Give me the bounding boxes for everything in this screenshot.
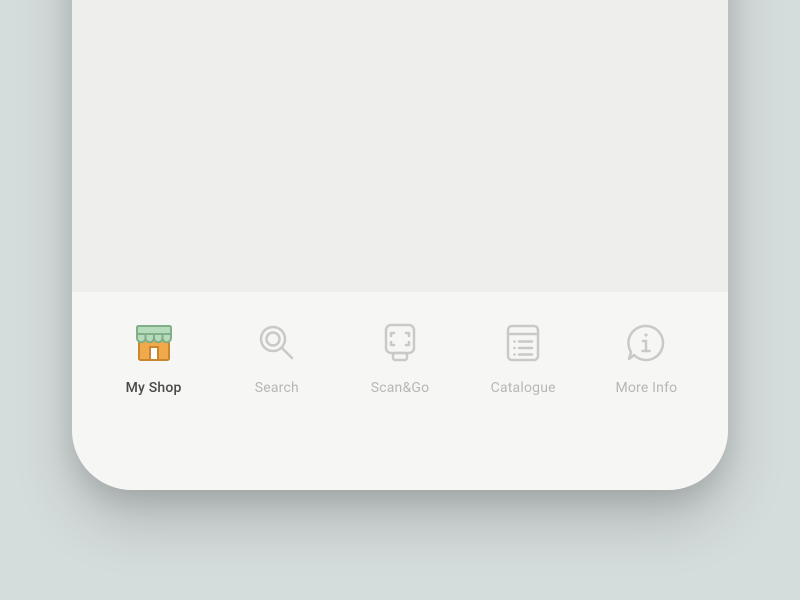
tab-label: Scan&Go bbox=[371, 380, 430, 396]
tab-catalogue[interactable]: Catalogue bbox=[462, 320, 585, 396]
tab-label: Search bbox=[255, 380, 299, 396]
tab-label: My Shop bbox=[126, 380, 182, 396]
content-area bbox=[72, 0, 728, 292]
tab-label: Catalogue bbox=[491, 380, 556, 396]
tab-scan-go[interactable]: Scan&Go bbox=[338, 320, 461, 396]
catalogue-icon bbox=[500, 320, 546, 366]
tab-label: More Info bbox=[615, 380, 677, 396]
device-frame: My Shop Search bbox=[72, 0, 728, 490]
tab-my-shop[interactable]: My Shop bbox=[92, 320, 215, 396]
scan-icon bbox=[377, 320, 423, 366]
info-icon bbox=[623, 320, 669, 366]
tab-bar: My Shop Search bbox=[72, 292, 728, 490]
shop-icon bbox=[131, 320, 177, 366]
search-icon bbox=[254, 320, 300, 366]
tab-search[interactable]: Search bbox=[215, 320, 338, 396]
tab-more-info[interactable]: More Info bbox=[585, 320, 708, 396]
